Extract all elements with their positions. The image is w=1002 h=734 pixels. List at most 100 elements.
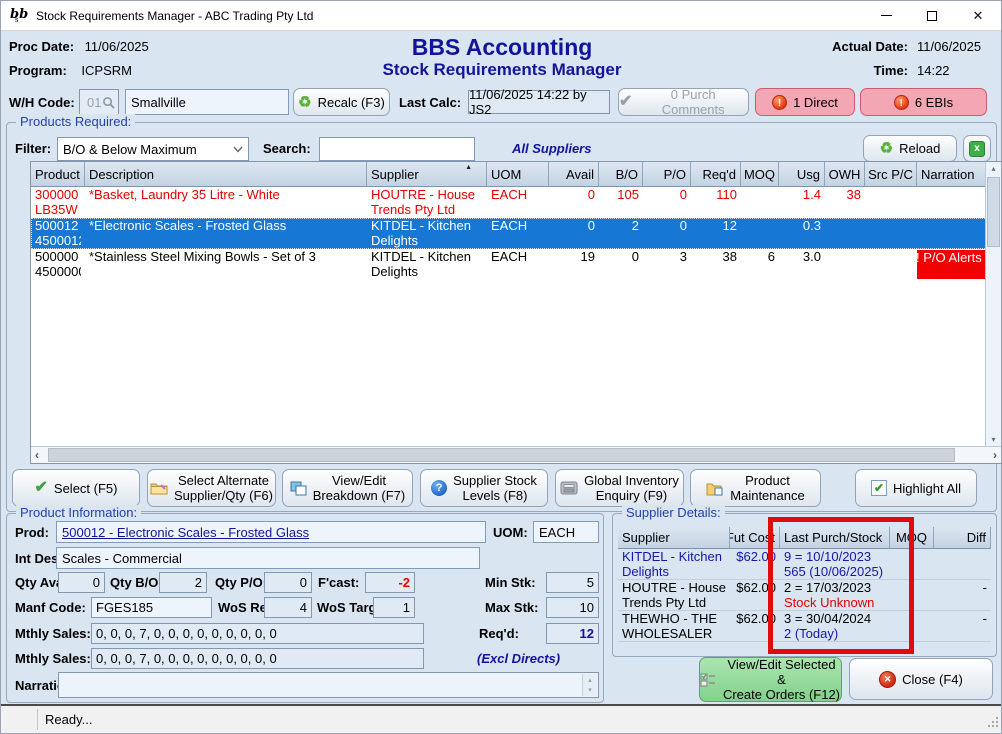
- bo-cell: 2: [599, 218, 643, 249]
- sd-moq: [890, 549, 934, 579]
- supplier-row[interactable]: THEWHO - THEWHOLESALER $62.00 3 = 30/04/…: [618, 611, 991, 642]
- horizontal-scrollbar[interactable]: ‹ ›: [31, 446, 1001, 463]
- sd-col-last-purch[interactable]: Last Purch/Stock: [780, 527, 890, 549]
- col-header-moq[interactable]: MOQ: [741, 162, 779, 187]
- view-edit-breakdown-button[interactable]: View/Edit Breakdown (F7): [282, 469, 413, 507]
- col-header-po[interactable]: P/O: [643, 162, 691, 187]
- uom-value: EACH: [539, 525, 575, 540]
- ebis-alert-button[interactable]: ! 6 EBIs: [860, 88, 987, 116]
- wh-code-input[interactable]: 01: [79, 89, 119, 115]
- vertical-scroll-thumb[interactable]: [987, 177, 1000, 247]
- col-header-description[interactable]: Description: [85, 162, 367, 187]
- col-header-owh[interactable]: OWH: [825, 162, 865, 187]
- col-header-product[interactable]: Product: [31, 162, 85, 187]
- sd-stock: 2 (Today): [784, 626, 886, 641]
- horizontal-scroll-thumb[interactable]: [48, 448, 955, 462]
- reload-button[interactable]: ♻ Reload: [863, 135, 957, 162]
- title-bar: bb s Stock Requirements Manager - ABC Tr…: [1, 1, 1001, 31]
- vertical-scrollbar[interactable]: ▴ ▾: [985, 162, 1001, 446]
- export-excel-button[interactable]: x: [963, 135, 991, 162]
- col-header-bo[interactable]: B/O: [599, 162, 643, 187]
- narration-input[interactable]: ▴ ▾: [58, 672, 599, 698]
- window-title: Stock Requirements Manager - ABC Trading…: [36, 9, 863, 23]
- filter-label: Filter:: [15, 141, 51, 156]
- prod-link[interactable]: 500012 - Electronic Scales - Frosted Gla…: [62, 525, 309, 540]
- cabinet-icon: [560, 481, 578, 495]
- select-button[interactable]: ✔ Select (F5): [12, 469, 140, 507]
- wh-name-input[interactable]: [125, 89, 289, 115]
- srcpc-cell: [865, 249, 917, 280]
- close-circle-icon: ✕: [879, 671, 896, 688]
- sd-col-diff[interactable]: Diff: [934, 527, 991, 549]
- time-value: 14:22: [917, 63, 991, 78]
- supplier-row[interactable]: KITDEL - KitchenDelights $62.00 9 = 10/1…: [618, 549, 991, 580]
- narration-scrollbar[interactable]: ▴ ▾: [582, 674, 597, 696]
- last-calc-text: 11/06/2025 14:22 by JS2: [469, 87, 609, 117]
- spin-down-icon[interactable]: ▾: [588, 686, 592, 694]
- col-header-avail[interactable]: Avail: [549, 162, 599, 187]
- product-maintenance-label: Product Maintenance: [730, 473, 804, 503]
- product-description: *Basket, Laundry 35 Litre - White: [85, 187, 367, 218]
- maximize-icon: [927, 11, 937, 21]
- col-header-supplier[interactable]: Supplier ▲: [367, 162, 487, 187]
- scroll-left-icon[interactable]: ‹: [35, 447, 39, 463]
- sd-col-supplier[interactable]: Supplier: [618, 527, 730, 549]
- col-header-usg[interactable]: Usg: [779, 162, 825, 187]
- supplier-stock-levels-button[interactable]: ? Supplier Stock Levels (F8): [420, 469, 548, 507]
- maximize-button[interactable]: [909, 1, 955, 30]
- search-input[interactable]: [319, 137, 475, 161]
- col-header-srcpc[interactable]: Src P/C: [865, 162, 917, 187]
- create-orders-button[interactable]: View/Edit Selected & Create Orders (F12): [699, 657, 842, 702]
- minimize-button[interactable]: [863, 1, 909, 30]
- col-header-reqd[interactable]: Req'd: [691, 162, 741, 187]
- qty-bo-value: 2: [195, 575, 202, 590]
- supplier-stock-levels-label: Supplier Stock Levels (F8): [453, 473, 537, 503]
- table-row-selected[interactable]: 5000124500012 *Electronic Scales - Frost…: [31, 218, 987, 249]
- sd-last-purch: 3 = 30/04/2024: [784, 611, 886, 626]
- sort-asc-icon: ▲: [465, 164, 472, 171]
- products-required-group: Products Required: Filter: B/O & Below M…: [6, 122, 997, 512]
- window-controls: ✕: [863, 1, 1001, 30]
- program-value: ICPSRM: [81, 63, 132, 78]
- global-inventory-enquiry-label: Global Inventory Enquiry (F9): [584, 473, 679, 503]
- create-orders-label: View/Edit Selected & Create Orders (F12): [722, 657, 841, 702]
- sd-col-fut-cost[interactable]: Fut Cost: [730, 527, 780, 549]
- close-window-button[interactable]: ✕: [955, 1, 1001, 30]
- spin-up-icon[interactable]: ▴: [588, 676, 592, 684]
- wos-req-value: 4: [300, 600, 307, 615]
- highlight-all-button[interactable]: ✔ Highlight All: [855, 469, 977, 507]
- sd-supplier2: Delights: [622, 564, 726, 579]
- proc-date-value: 11/06/2025: [85, 39, 149, 54]
- col-header-narration[interactable]: Narration: [917, 162, 987, 187]
- avail-cell: 0: [549, 187, 599, 218]
- scroll-up-icon[interactable]: ▴: [986, 164, 1001, 173]
- search-magnifier-icon[interactable]: [102, 96, 115, 109]
- product-maintenance-button[interactable]: Product Maintenance: [690, 469, 821, 507]
- filter-select[interactable]: B/O & Below Maximum: [57, 137, 249, 161]
- table-row[interactable]: 5000004500000 *Stainless Steel Mixing Bo…: [31, 249, 987, 280]
- resize-grip[interactable]: [986, 715, 999, 731]
- supplier-details-table: Supplier Fut Cost Last Purch/Stock MOQ D…: [618, 527, 991, 642]
- mthly-sales-box-1: 0, 0, 0, 7, 0, 0, 0, 0, 0, 0, 0, 0, 0: [91, 623, 424, 644]
- proc-date-label: Proc Date:: [9, 39, 74, 54]
- recalc-button[interactable]: ♻ Recalc (F3): [293, 88, 390, 116]
- sd-col-moq[interactable]: MOQ: [890, 527, 934, 549]
- col-header-uom[interactable]: UOM: [487, 162, 549, 187]
- direct-alert-button[interactable]: ! 1 Direct: [755, 88, 855, 116]
- select-alternate-supplier-button[interactable]: Select Alternate Supplier/Qty (F6): [147, 469, 276, 507]
- purch-comments-button[interactable]: ✔ 0 Purch Comments: [618, 88, 749, 116]
- global-inventory-enquiry-button[interactable]: Global Inventory Enquiry (F9): [555, 469, 684, 507]
- reqd-cell: 110: [691, 187, 741, 218]
- close-button[interactable]: ✕ Close (F4): [849, 658, 993, 700]
- supplier-row[interactable]: HOUTRE - HouseTrends Pty Ltd $62.00 2 = …: [618, 580, 991, 611]
- scroll-right-icon[interactable]: ›: [993, 447, 997, 463]
- sd-fut-cost: $62.00: [730, 580, 780, 610]
- manf-code-value: FGES185: [96, 600, 153, 615]
- products-table-header: Product Description Supplier ▲ UOM Avail…: [31, 162, 987, 187]
- table-row[interactable]: 300000LB35W *Basket, Laundry 35 Litre - …: [31, 187, 987, 218]
- manf-code-box: FGES185: [91, 597, 212, 618]
- qty-avail-box: 0: [58, 572, 105, 593]
- scroll-down-icon[interactable]: ▾: [986, 435, 1001, 444]
- sd-diff: -: [934, 611, 991, 641]
- max-stk-value: 10: [580, 600, 594, 615]
